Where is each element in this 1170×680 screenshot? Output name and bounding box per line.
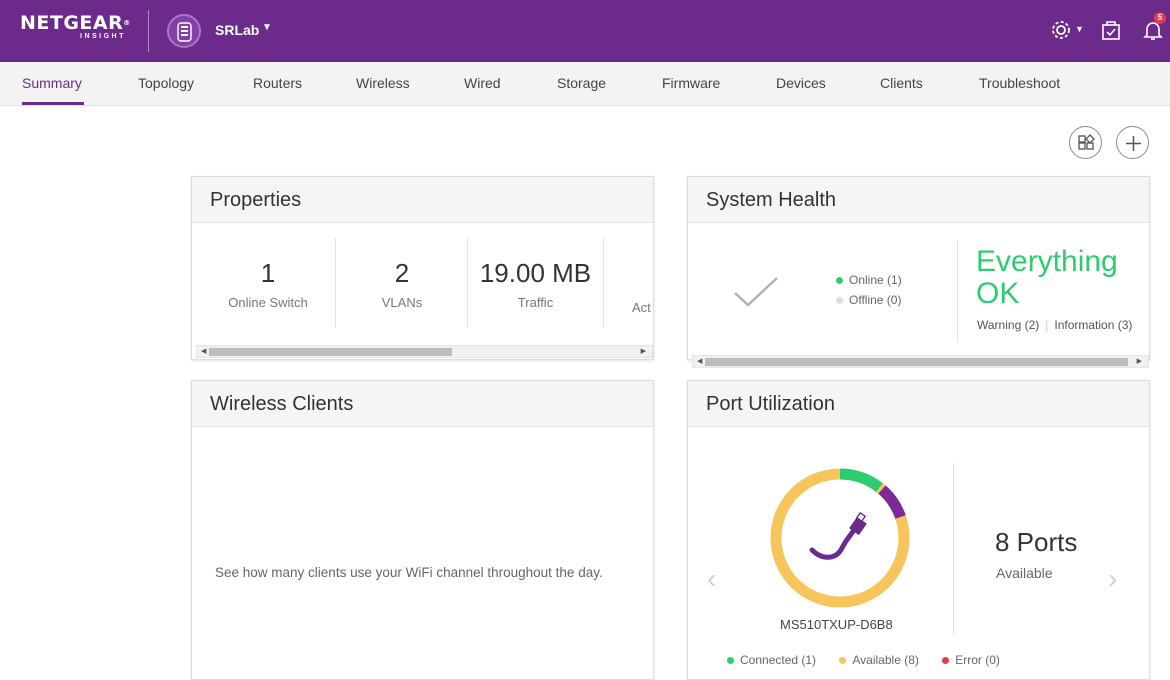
divider [467,238,468,328]
warning-link[interactable]: Warning (2) [977,318,1039,332]
port-legend: Connected (1) Available (8) Error (0) [727,653,1020,667]
connected-segment [839,468,883,493]
tab-topology[interactable]: Topology [138,75,194,91]
gear-menu-caret-icon[interactable]: ▼ [1075,24,1084,34]
divider [335,238,336,328]
notification-badge: 5 [1154,12,1166,24]
system-health-title: System Health [688,177,1149,223]
tab-bar: Summary Topology Routers Wireless Wired … [0,62,1170,106]
wireless-clients-title: Wireless Clients [192,381,653,427]
port-utilization-card: Port Utilization [687,380,1150,680]
offline-legend: Offline (0) [836,293,901,307]
shopping-bag-icon[interactable] [1101,19,1121,46]
tab-clients[interactable]: Clients [880,75,923,91]
divider [953,463,954,635]
online-count: Online (1) [849,273,902,287]
vlans-value: 2 [394,258,410,288]
chevron-left-icon[interactable]: ‹ [707,563,716,595]
active-stat-label: Act [632,300,651,315]
properties-clip: Act [604,238,653,328]
properties-title: Properties [192,177,653,223]
online-switch-label: Online Switch [228,295,308,310]
properties-scrollbar[interactable]: ◀ ▶ [196,345,653,358]
offline-count: Offline (0) [849,293,902,307]
location-icon[interactable] [167,14,201,48]
scroll-thumb[interactable] [705,358,1128,366]
legend-available: Available (8) [839,653,919,667]
offline-dot [836,297,843,305]
traffic-value: 19.00 MB [479,258,592,288]
purple-segment [878,485,906,519]
tab-summary[interactable]: Summary [22,75,82,91]
vlans-stat: 2 VLANs [352,258,452,310]
port-utilization-title: Port Utilization [688,381,1149,427]
vlans-label: VLANs [381,295,423,310]
widgets-icon [1078,134,1095,150]
tab-troubleshoot[interactable]: Troubleshoot [979,75,1060,91]
netgear-logo[interactable]: NETGEAR® INSIGHT [20,13,131,40]
wireless-clients-card: Wireless Clients [191,380,654,680]
gear-icon[interactable] [1050,19,1072,46]
ethernet-cable-icon [809,511,867,560]
location-selector[interactable]: SRLab [215,22,259,38]
tab-wired[interactable]: Wired [464,75,501,91]
chevron-down-icon[interactable]: ▼ [262,22,272,33]
health-details: Warning (2) | Information (3) [977,318,1133,332]
information-link[interactable]: Information (3) [1054,318,1132,332]
tab-firmware[interactable]: Firmware [662,75,720,91]
legend-connected: Connected (1) [727,653,816,667]
traffic-stat: 19.00 MB Traffic [478,258,593,310]
tab-wireless[interactable]: Wireless [356,75,410,91]
divider [957,240,958,342]
traffic-label: Traffic [517,295,554,310]
tab-storage[interactable]: Storage [557,75,606,91]
widget-layout-button[interactable] [1069,126,1102,159]
online-dot [836,277,843,285]
online-switch-value: 1 [260,258,276,288]
tab-devices[interactable]: Devices [776,75,826,91]
legend-error: Error (0) [942,653,1000,667]
online-legend: Online (1) [836,273,902,287]
scroll-right-icon[interactable]: ▶ [641,346,646,357]
ports-label: Available [996,565,1053,581]
wireless-clients-message: See how many clients use your WiFi chann… [215,565,603,580]
scroll-thumb[interactable] [209,348,452,356]
system-health-scrollbar[interactable]: ◀ ▶ [692,355,1149,368]
online-switch-stat: 1 Online Switch [218,258,318,310]
scroll-left-icon[interactable]: ◀ [697,356,702,367]
active-tab-indicator [22,102,84,105]
port-donut-chart [770,468,910,608]
top-divider [148,10,149,52]
top-bar: NETGEAR® INSIGHT SRLab ▼ ▼ 5 [0,0,1170,62]
device-name: MS510TXUP-D6B8 [780,617,893,632]
chevron-right-icon[interactable]: › [1108,563,1117,595]
health-status: Everything OK [976,245,1118,310]
ports-count: 8 Ports [995,527,1078,557]
checkmark-icon [734,277,778,307]
scroll-left-icon[interactable]: ◀ [201,346,206,357]
add-widget-button[interactable] [1116,126,1149,159]
plus-icon [1126,136,1141,151]
scroll-right-icon[interactable]: ▶ [1137,356,1142,367]
tab-routers[interactable]: Routers [253,75,302,91]
